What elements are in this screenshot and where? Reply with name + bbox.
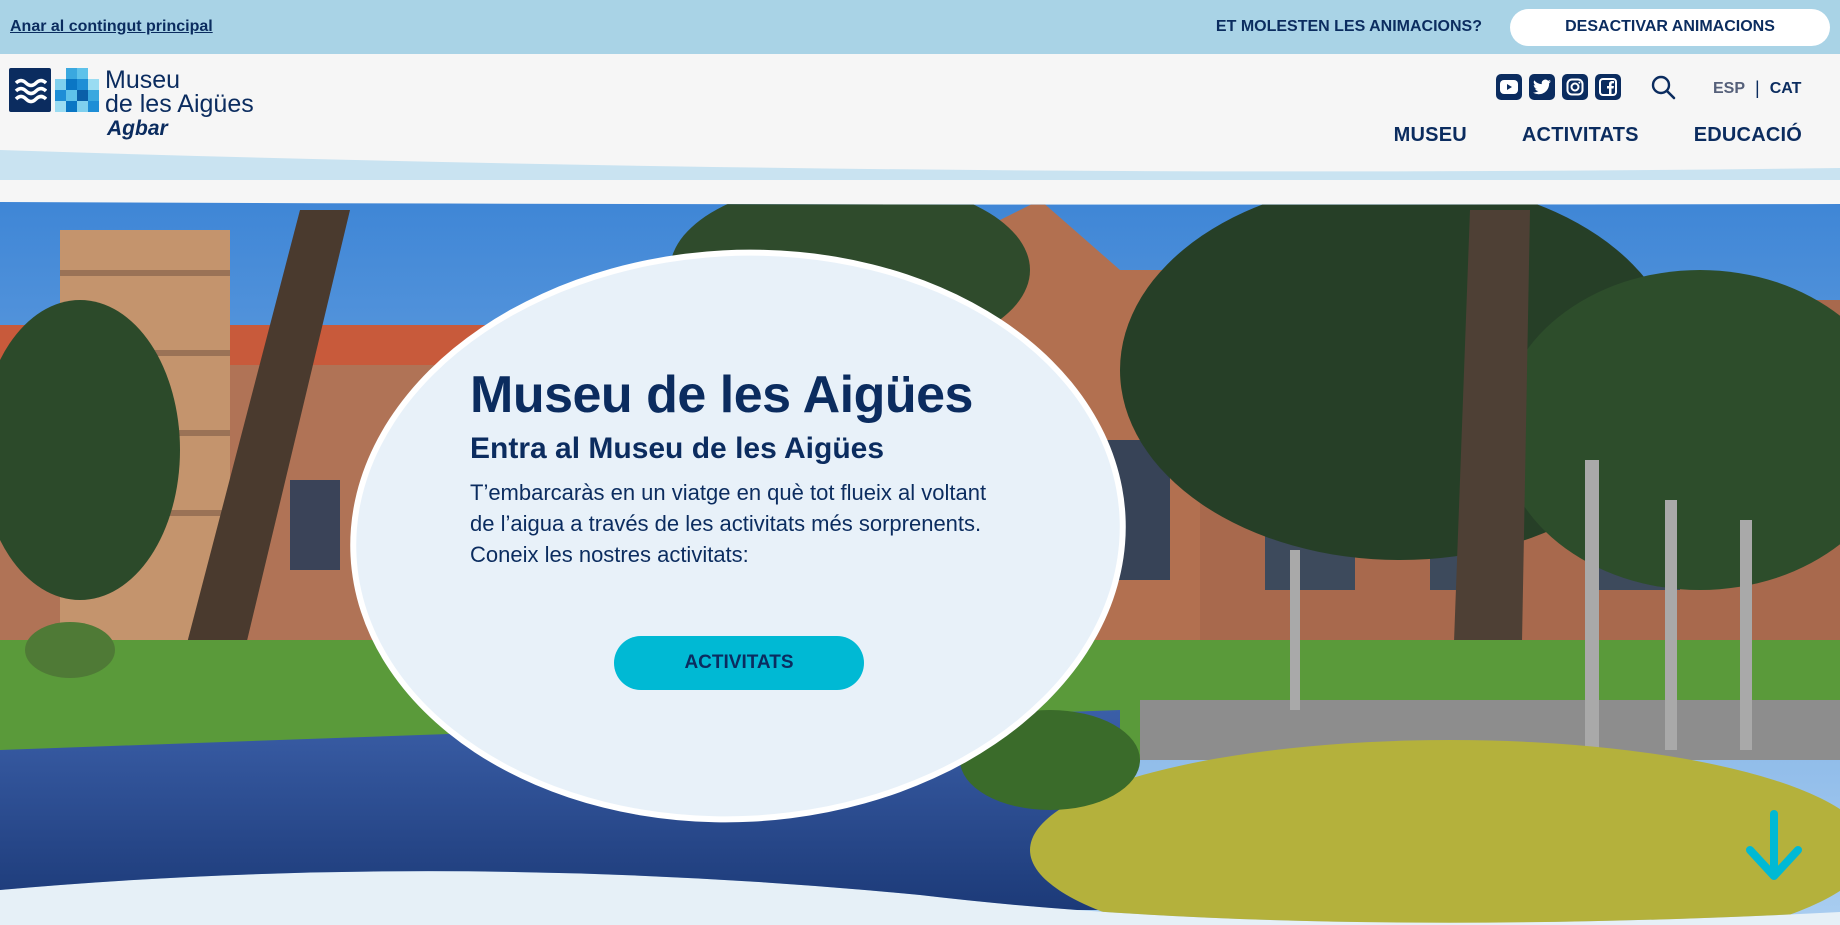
mosaic-logo-icon: [55, 68, 99, 112]
disable-animations-button[interactable]: DESACTIVAR ANIMACIONS: [1510, 8, 1830, 46]
scroll-down-arrow-icon[interactable]: [1744, 810, 1804, 882]
nav-item-museu[interactable]: MUSEU: [1394, 124, 1467, 147]
skip-to-content-link[interactable]: Anar al contingut principal: [10, 18, 213, 36]
lang-separator: |: [1755, 78, 1760, 98]
site-logo[interactable]: Museu de les Aigües Agbar: [9, 68, 254, 141]
hero-title: Museu de les Aigües: [470, 366, 973, 424]
instagram-icon[interactable]: [1562, 74, 1588, 100]
logo-line-2: de les Aigües: [105, 90, 254, 118]
social-links: [1496, 74, 1621, 100]
hero-text-1: T’embarcaràs en un viatge en què tot flu…: [470, 480, 987, 536]
main-navigation: MUSEU ACTIVITATS EDUCACIÓ: [1394, 124, 1802, 147]
logo-text: Museu de les Aigües Agbar: [105, 68, 254, 141]
search-icon[interactable]: [1650, 74, 1676, 100]
logo-line-1: Museu: [105, 66, 181, 94]
lang-cat-link[interactable]: CAT: [1770, 80, 1802, 98]
animations-control: ET MOLESTEN LES ANIMACIONS? DESACTIVAR A…: [1215, 8, 1830, 46]
hero-description: T’embarcaràs en un viatge en què tot flu…: [470, 477, 990, 570]
youtube-icon[interactable]: [1496, 74, 1522, 100]
hero-subtitle: Entra al Museu de les Aigües: [470, 432, 885, 465]
language-switcher: ESP | CAT: [1713, 78, 1801, 99]
nav-item-educacio[interactable]: EDUCACIÓ: [1694, 124, 1802, 147]
animations-question: ET MOLESTEN LES ANIMACIONS?: [1215, 18, 1482, 35]
hero-section: Museu de les Aigües Entra al Museu de le…: [0, 150, 1840, 925]
waves-logo-icon: [9, 68, 51, 112]
hero-text-2: Coneix les nostres activitats:: [470, 542, 749, 567]
twitter-icon[interactable]: [1529, 74, 1555, 100]
accessibility-bar: Anar al contingut principal ET MOLESTEN …: [0, 0, 1840, 54]
nav-item-activitats[interactable]: ACTIVITATS: [1522, 124, 1639, 147]
facebook-icon[interactable]: [1595, 74, 1621, 100]
activitats-button[interactable]: ACTIVITATS: [614, 636, 864, 690]
logo-brand: Agbar: [107, 117, 168, 140]
hero-content: Museu de les Aigües Entra al Museu de le…: [470, 365, 990, 570]
lang-esp-link[interactable]: ESP: [1713, 80, 1745, 98]
